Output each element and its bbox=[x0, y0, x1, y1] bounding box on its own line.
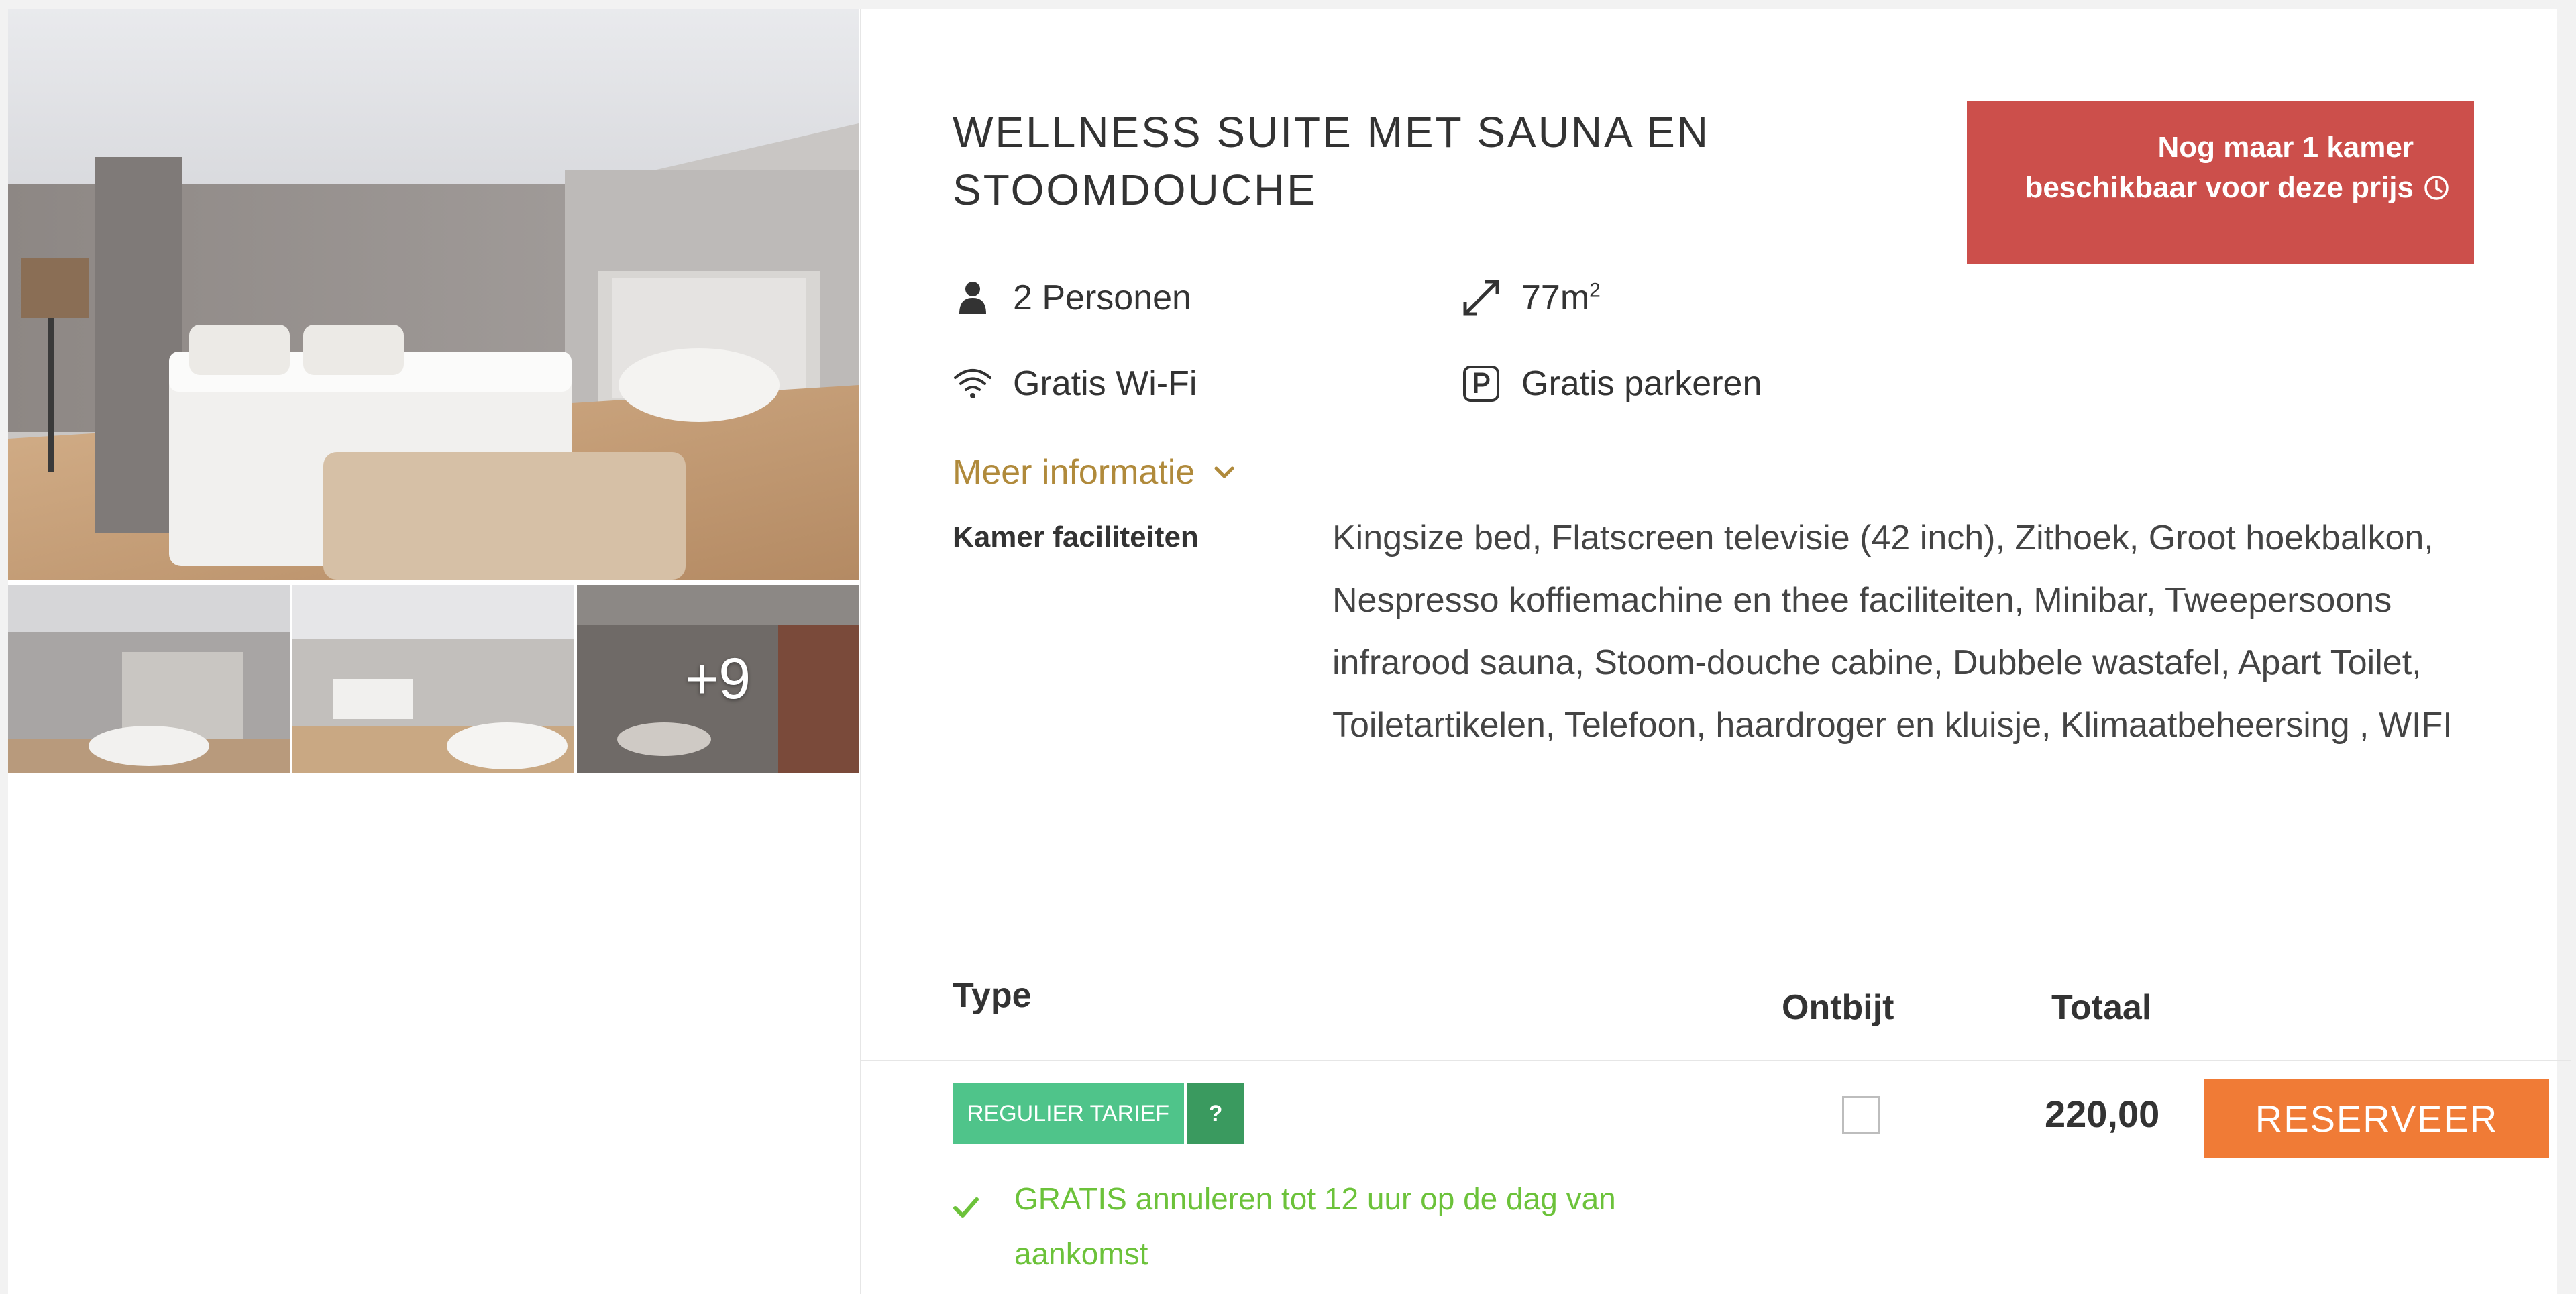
availability-alert-text: Nog maar 1 kamer beschikbaar voor deze p… bbox=[2025, 131, 2414, 204]
parking-icon bbox=[1461, 364, 1501, 404]
room-title: WELLNESS SUITE MET SAUNA EN STOOMDOUCHE bbox=[953, 108, 1710, 214]
amenity-persons-label: 2 Personen bbox=[1013, 278, 1191, 317]
reserve-button[interactable]: RESERVEER bbox=[2204, 1079, 2549, 1158]
column-header-type: Type bbox=[953, 976, 1032, 1015]
photo-gallery: +9 bbox=[8, 9, 859, 1294]
amenity-persons: 2 Personen bbox=[953, 278, 1191, 318]
cancellation-note: GRATIS annuleren tot 12 uur op de dag va… bbox=[953, 1171, 1690, 1281]
amenity-wifi-label: Gratis Wi-Fi bbox=[1013, 364, 1197, 403]
amenity-size-label: 77m2 bbox=[1521, 278, 1601, 318]
more-info-toggle[interactable]: Meer informatie bbox=[953, 452, 1236, 492]
clock-icon bbox=[2423, 172, 2450, 200]
size-unit-superscript: 2 bbox=[1589, 279, 1601, 302]
bedroom-photo-image bbox=[8, 9, 859, 580]
check-icon bbox=[953, 1171, 986, 1281]
expand-arrows-icon bbox=[1461, 278, 1501, 318]
amenity-parking: Gratis parkeren bbox=[1461, 364, 1762, 404]
amenity-wifi: Gratis Wi-Fi bbox=[953, 364, 1197, 404]
person-icon bbox=[953, 278, 993, 318]
more-photos-count: +9 bbox=[684, 646, 751, 711]
room-card: +9 WELLNESS SUITE MET SAUNA EN STOOMDOUC… bbox=[8, 9, 2571, 1294]
cancellation-text: GRATIS annuleren tot 12 uur op de dag va… bbox=[1014, 1181, 1616, 1271]
gallery-thumbnail[interactable] bbox=[8, 585, 290, 773]
chevron-down-icon bbox=[1214, 466, 1234, 478]
gallery-thumbnail[interactable] bbox=[292, 585, 574, 773]
more-info-label: Meer informatie bbox=[953, 453, 1195, 492]
rate-label: REGULIER TARIEF bbox=[953, 1083, 1185, 1144]
size-value: 77m bbox=[1521, 278, 1590, 317]
amenity-size: 77m2 bbox=[1461, 278, 1601, 318]
table-divider bbox=[861, 1060, 2571, 1061]
breakfast-checkbox[interactable] bbox=[1842, 1096, 1880, 1134]
rate-type-badge: REGULIER TARIEF ? bbox=[953, 1083, 1245, 1144]
column-header-total: Totaal bbox=[2051, 988, 2152, 1027]
availability-alert: Nog maar 1 kamer beschikbaar voor deze p… bbox=[1967, 101, 2474, 264]
rate-help-button[interactable]: ? bbox=[1187, 1083, 1245, 1144]
total-price: 220,00 bbox=[2045, 1093, 2160, 1135]
facilities-label: Kamer faciliteiten bbox=[953, 521, 1199, 553]
main-room-photo[interactable] bbox=[8, 9, 859, 580]
room-overview-photo-image bbox=[292, 585, 574, 773]
facilities-text: Kingsize bed, Flatscreen televisie (42 i… bbox=[1332, 519, 2453, 745]
column-header-breakfast: Ontbijt bbox=[1782, 988, 1894, 1027]
gallery-thumbnail-more[interactable]: +9 bbox=[577, 585, 859, 773]
amenity-parking-label: Gratis parkeren bbox=[1521, 364, 1762, 403]
wifi-icon bbox=[953, 364, 993, 404]
column-divider bbox=[860, 9, 861, 1294]
bathtub-photo-image bbox=[8, 585, 290, 773]
